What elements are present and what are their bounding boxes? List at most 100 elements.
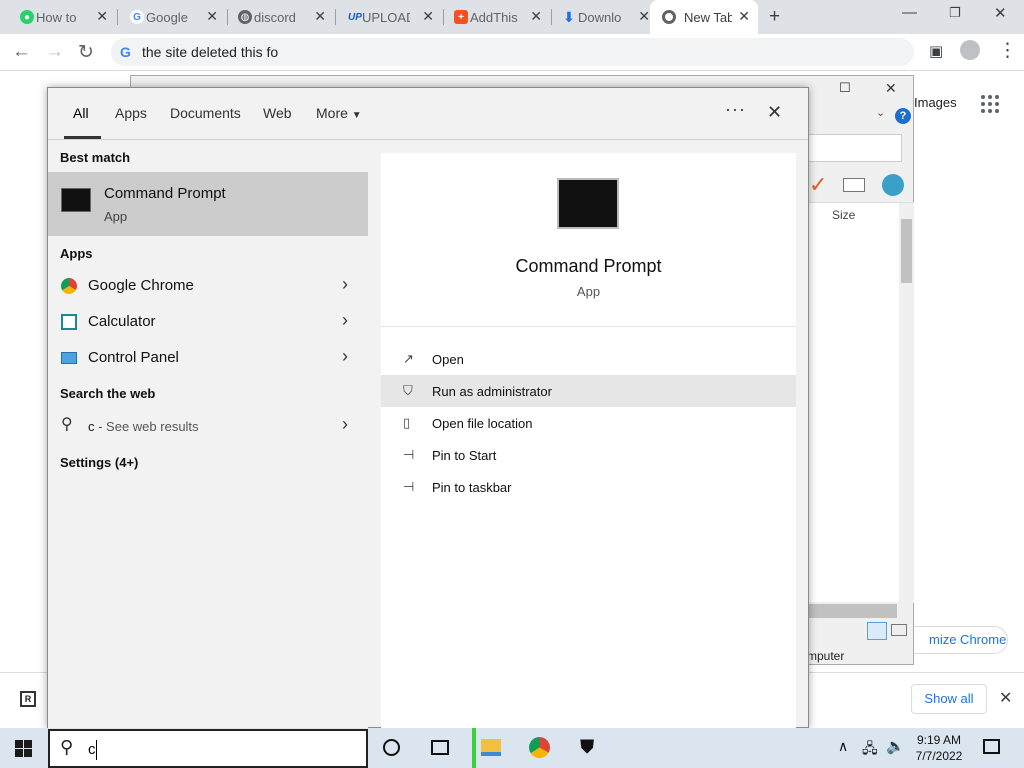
profile-icon[interactable] bbox=[960, 40, 980, 60]
new-tab-icon[interactable]: + bbox=[769, 6, 780, 28]
caret-down-icon: ▼ bbox=[351, 110, 362, 121]
more-options-icon[interactable]: ··· bbox=[725, 99, 746, 120]
windows-start-icon[interactable] bbox=[15, 740, 32, 757]
close-icon[interactable]: ✕ bbox=[767, 102, 782, 123]
back-icon[interactable]: ← bbox=[12, 41, 31, 63]
omnibox-text: the site deleted this fo bbox=[142, 44, 279, 60]
vertical-scrollbar[interactable] bbox=[899, 203, 914, 603]
notifications-icon[interactable] bbox=[983, 739, 1000, 754]
file-icon[interactable]: R bbox=[20, 691, 36, 707]
taskbar: ⚲ c ⛊ ∧ 🖧 🔈 9:19 AM 7/7/2022 bbox=[0, 728, 1024, 768]
action-pin-to-taskbar[interactable]: ⊣ Pin to taskbar bbox=[381, 471, 796, 503]
preview-subtitle: App bbox=[576, 284, 601, 299]
images-link[interactable]: Images bbox=[914, 95, 957, 110]
file-explorer-icon[interactable] bbox=[481, 739, 501, 756]
tab-new-tab[interactable]: New Tab ✕ bbox=[650, 0, 758, 34]
browser-toolbar: ← → ↻ G the site deleted this fo ▣ ⋮ bbox=[0, 34, 1024, 71]
close-icon[interactable]: ✕ bbox=[206, 8, 218, 25]
tab-upload[interactable]: UP UPLOAD ✕ bbox=[340, 0, 442, 34]
action-run-as-admin[interactable]: ⛉ Run as administrator bbox=[381, 375, 796, 407]
app-result-calculator[interactable]: Calculator › bbox=[48, 304, 368, 340]
google-apps-icon[interactable] bbox=[981, 95, 999, 113]
chevron-right-icon[interactable]: › bbox=[342, 346, 348, 367]
minimize-icon[interactable]: — bbox=[902, 4, 917, 21]
tab-addthis[interactable]: + AddThis ✕ bbox=[448, 0, 550, 34]
taskbar-search-box[interactable]: ⚲ c bbox=[48, 729, 368, 768]
email-icon[interactable] bbox=[843, 178, 865, 192]
tab-how-to[interactable]: ● How to ✕ bbox=[14, 0, 116, 34]
filter-all[interactable]: All bbox=[73, 105, 89, 121]
explorer-search-field[interactable] bbox=[807, 134, 902, 162]
close-icon[interactable]: ✕ bbox=[530, 8, 542, 25]
close-icon[interactable]: ✕ bbox=[738, 8, 750, 25]
restore-icon[interactable]: ❐ bbox=[949, 5, 961, 21]
chevron-right-icon[interactable]: › bbox=[342, 310, 348, 331]
reload-icon[interactable]: ↻ bbox=[78, 41, 94, 64]
close-icon[interactable]: ✕ bbox=[885, 80, 897, 97]
pin-icon: ⊣ bbox=[403, 479, 415, 494]
checkmark-icon[interactable]: ✓ bbox=[809, 172, 827, 198]
details-view-icon[interactable] bbox=[867, 622, 887, 640]
maximize-icon[interactable]: ☐ bbox=[839, 80, 851, 96]
large-icons-view-icon[interactable] bbox=[891, 624, 907, 636]
size-column-header[interactable]: Size bbox=[832, 208, 855, 222]
results-list: Best match Command Prompt App Apps Googl… bbox=[48, 140, 368, 728]
close-icon[interactable]: ✕ bbox=[96, 8, 108, 25]
menu-icon[interactable]: ⋮ bbox=[998, 39, 1017, 62]
show-all-button[interactable]: Show all bbox=[911, 684, 987, 714]
tab-separator bbox=[335, 9, 336, 25]
section-settings[interactable]: Settings (4+) bbox=[60, 455, 138, 470]
scroll-thumb[interactable] bbox=[901, 219, 912, 283]
forward-icon[interactable]: → bbox=[45, 41, 64, 63]
volume-icon[interactable]: 🔈 bbox=[886, 737, 905, 755]
globe-icon[interactable] bbox=[882, 174, 904, 196]
close-icon[interactable]: ✕ bbox=[999, 688, 1012, 708]
network-icon[interactable]: 🖧 bbox=[862, 738, 878, 762]
chrome-icon[interactable] bbox=[529, 737, 550, 758]
omnibox[interactable]: G the site deleted this fo bbox=[111, 38, 914, 66]
addthis-icon: + bbox=[454, 10, 468, 24]
filter-documents[interactable]: Documents bbox=[170, 105, 241, 121]
google-icon: G bbox=[130, 10, 144, 24]
section-best-match: Best match bbox=[60, 150, 131, 165]
app-result-chrome[interactable]: Google Chrome › bbox=[48, 268, 368, 304]
download-icon: ⬇ bbox=[563, 8, 575, 25]
chevron-up-icon[interactable]: ∧ bbox=[838, 738, 848, 755]
cortana-icon[interactable] bbox=[383, 739, 400, 756]
search-icon: ⚲ bbox=[61, 416, 73, 433]
clock-time: 9:19 AM bbox=[916, 733, 962, 747]
sidepanel-icon[interactable]: ▣ bbox=[929, 42, 943, 60]
action-pin-to-start[interactable]: ⊣ Pin to Start bbox=[381, 439, 796, 471]
control-panel-icon bbox=[61, 352, 77, 364]
action-open-file-location[interactable]: ▯ Open file location bbox=[381, 407, 796, 439]
filter-apps[interactable]: Apps bbox=[115, 105, 147, 121]
tab-discord[interactable]: ◍ discord ✕ bbox=[232, 0, 334, 34]
chevron-right-icon[interactable]: › bbox=[342, 414, 348, 435]
tab-download[interactable]: ⬇ Downlo ✕ bbox=[556, 0, 658, 34]
active-app-indicator bbox=[472, 728, 476, 768]
close-icon[interactable]: ✕ bbox=[638, 8, 650, 25]
chevron-right-icon[interactable]: › bbox=[342, 274, 348, 295]
clock[interactable]: 9:19 AM 7/7/2022 bbox=[908, 732, 970, 764]
best-match-result[interactable]: Command Prompt App bbox=[48, 172, 368, 236]
close-icon[interactable]: ✕ bbox=[422, 8, 434, 25]
help-icon[interactable]: ? bbox=[895, 108, 911, 124]
customize-chrome-button[interactable]: mize Chrome bbox=[900, 626, 1008, 654]
close-window-icon[interactable]: ✕ bbox=[994, 4, 1007, 22]
close-icon[interactable]: ✕ bbox=[314, 8, 326, 25]
tab-google[interactable]: G Google ✕ bbox=[124, 0, 226, 34]
filter-more[interactable]: More ▼ bbox=[316, 105, 362, 121]
web-search-result[interactable]: ⚲ c - See web results › bbox=[48, 408, 368, 444]
action-open[interactable]: ↗ Open bbox=[381, 343, 796, 375]
horizontal-scrollbar[interactable] bbox=[807, 604, 897, 618]
app-result-control-panel[interactable]: Control Panel › bbox=[48, 340, 368, 376]
shield-icon[interactable]: ⛊ bbox=[580, 737, 600, 758]
search-icon: ⚲ bbox=[60, 737, 74, 757]
chevron-down-icon[interactable]: ⌄ bbox=[876, 106, 885, 119]
globe-icon: ◍ bbox=[238, 10, 252, 24]
task-view-icon[interactable] bbox=[431, 740, 449, 755]
filter-web[interactable]: Web bbox=[263, 105, 292, 121]
chrome-icon bbox=[61, 278, 77, 294]
pin-icon: ⊣ bbox=[403, 447, 415, 462]
search-filter-bar: All Apps Documents Web More ▼ ··· ✕ bbox=[48, 88, 808, 140]
